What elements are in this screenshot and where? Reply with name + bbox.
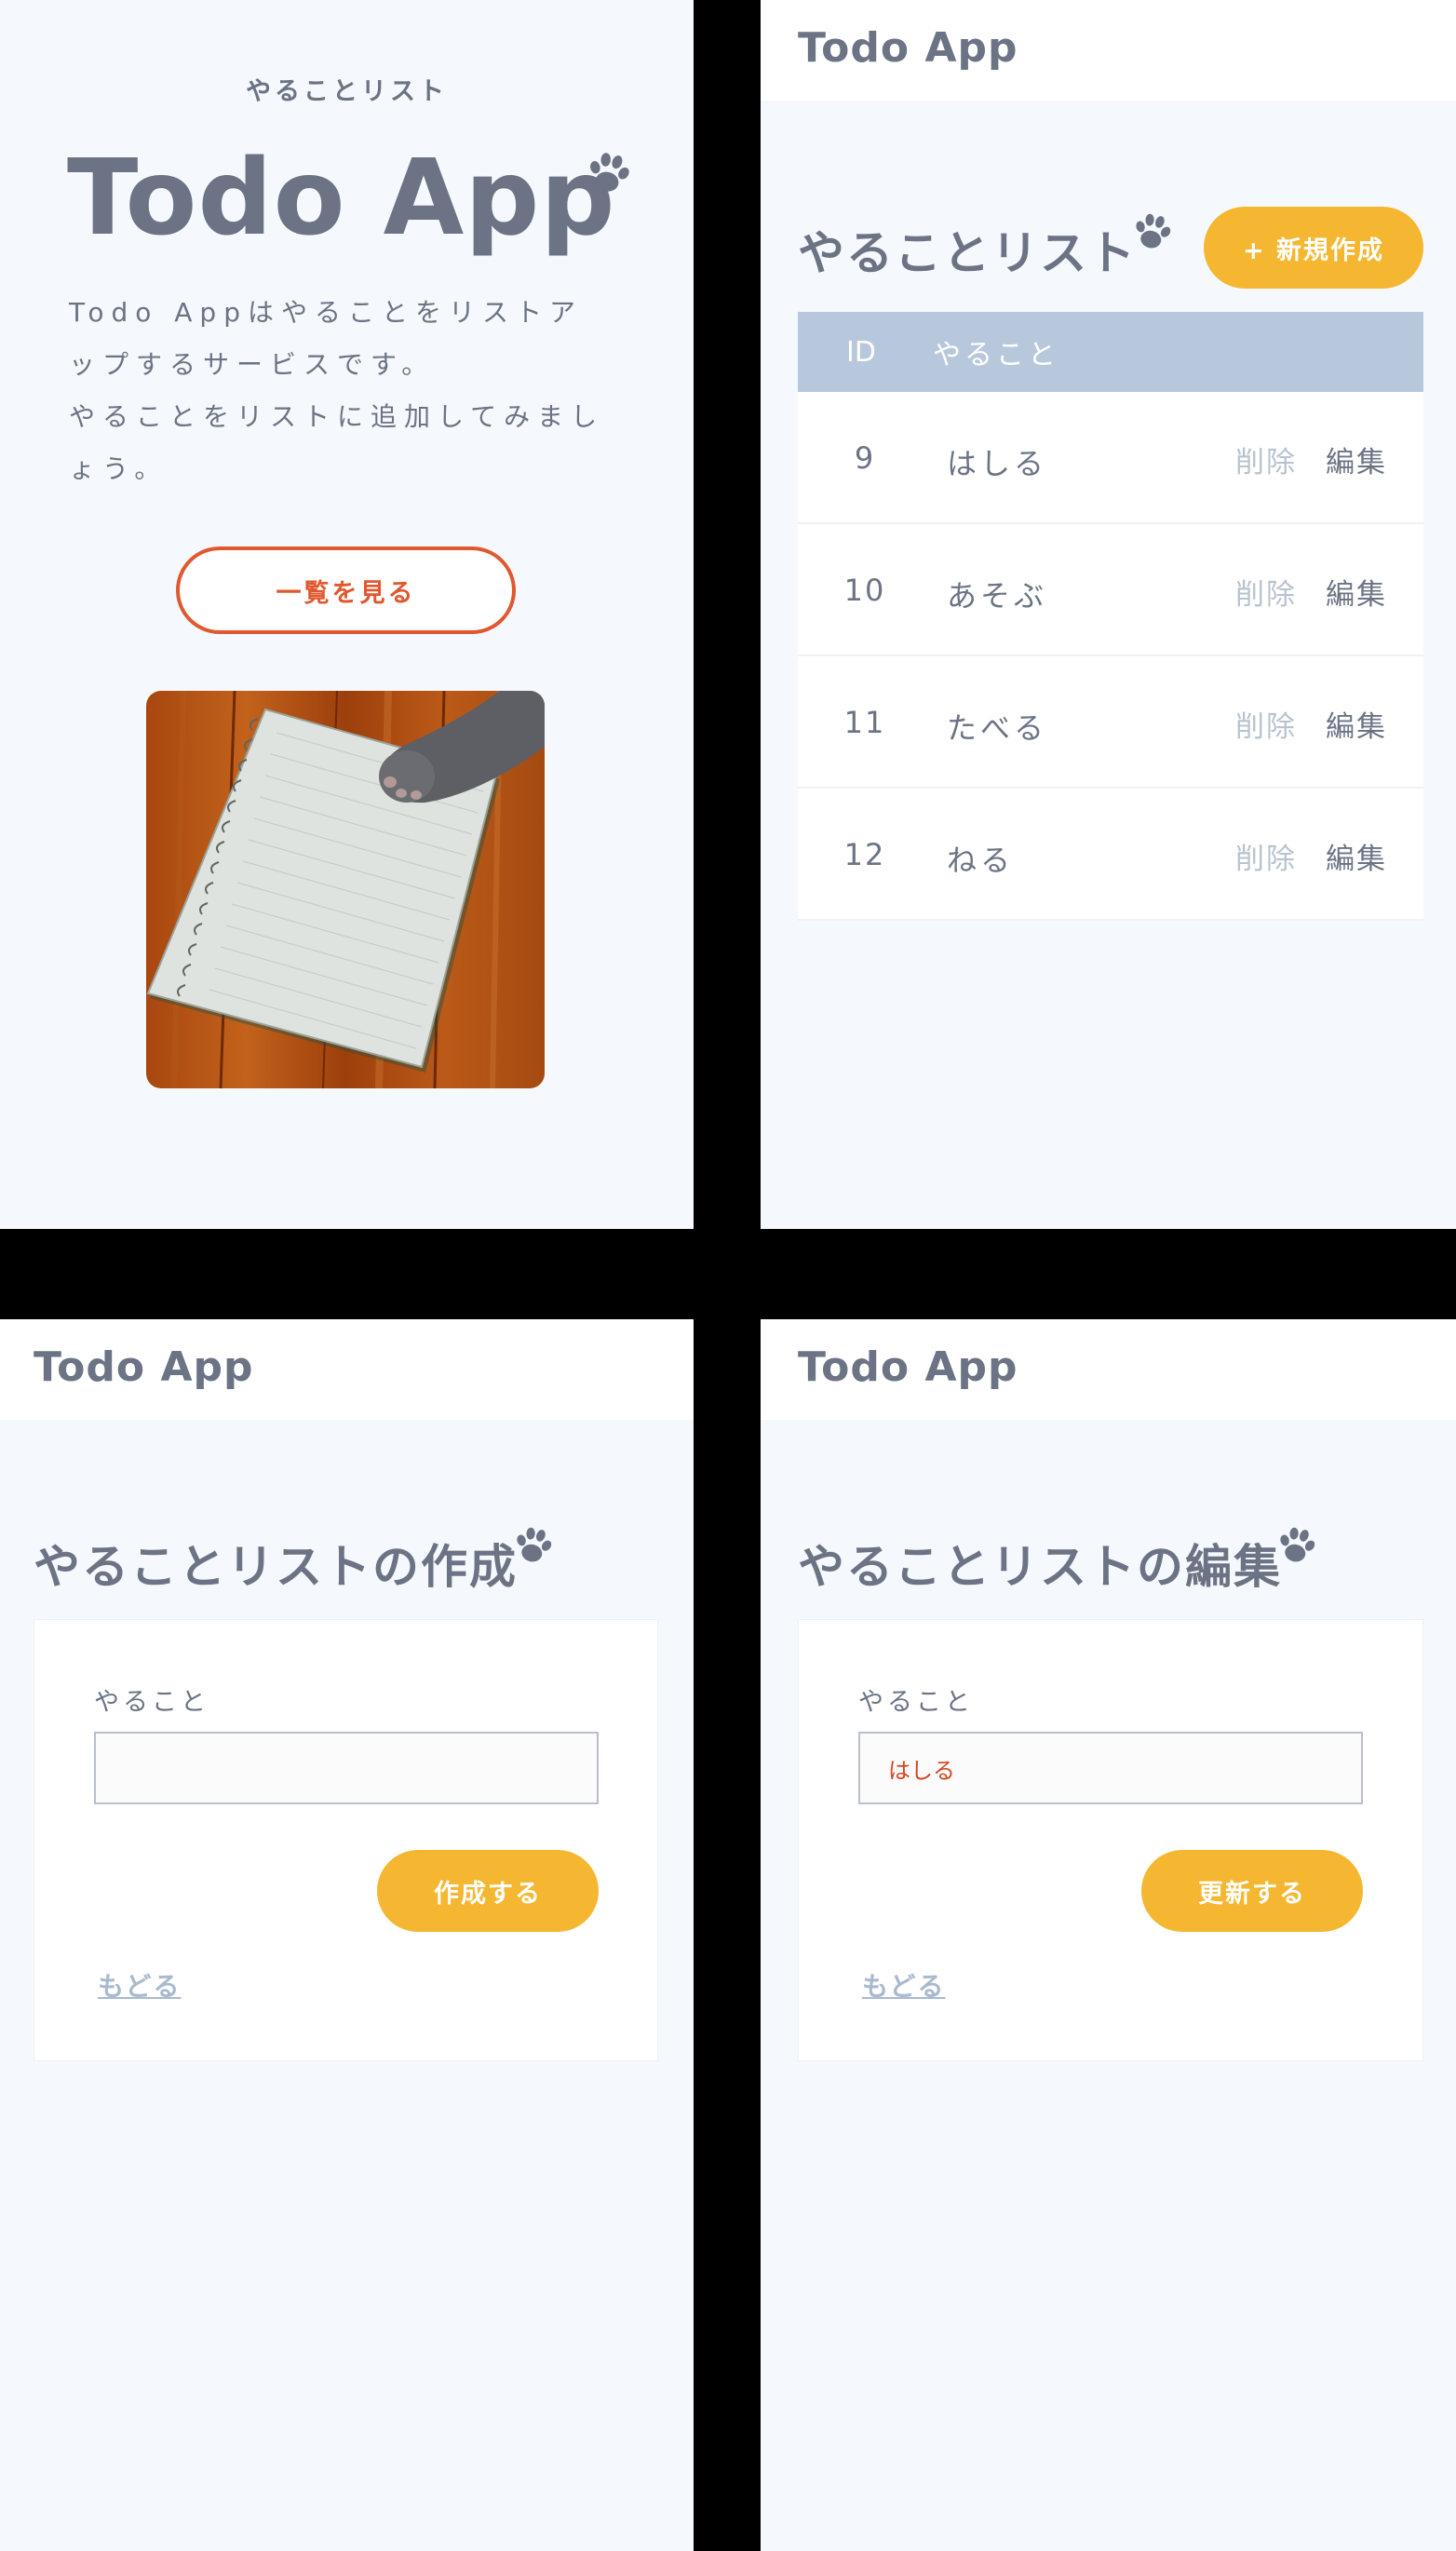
top-page: やることリスト Todo App Todo Appはやることをリストア ップする… — [0, 0, 694, 1229]
table-row: 10 あそぶ 削除 編集 — [798, 524, 1423, 656]
page-title: やることリスト — [798, 226, 1137, 280]
row-id: 11 — [843, 705, 886, 740]
app-header-title[interactable]: Todo App — [798, 1343, 1018, 1391]
table-row: 11 たべる 削除 編集 — [798, 656, 1423, 789]
app-header: Todo App — [761, 1319, 1456, 1420]
description-line: やることをリストに追加してみまし — [69, 401, 605, 432]
create-page: Todo App やることリストの作成 やること 作成する もどる — [0, 1319, 694, 2551]
page-title: やることリストの編集 — [798, 1540, 1282, 1594]
table-row: 12 ねる 削除 編集 — [798, 789, 1423, 921]
todo-input[interactable] — [858, 1732, 1363, 1804]
todo-field-label: やること — [94, 1688, 209, 1717]
app-header: Todo App — [0, 1319, 694, 1420]
todo-form-card: やること 作成する もどる — [34, 1619, 658, 2061]
top-title: Todo App — [67, 138, 616, 259]
edit-page: Todo App やることリストの編集 やること 更新する もどる — [761, 1319, 1456, 2551]
new-todo-button[interactable]: + 新規作成 — [1204, 207, 1423, 289]
table-row: 9 はしる 削除 編集 — [798, 392, 1423, 524]
top-description: Todo Appはやることをリストア ップするサービスです。 やることをリストに… — [69, 287, 609, 495]
row-todo: あそぶ — [947, 578, 1048, 614]
top-subtitle: やることリスト — [246, 77, 448, 106]
app-header-title[interactable]: Todo App — [34, 1343, 254, 1391]
column-header-id: ID — [846, 335, 876, 369]
row-id: 9 — [854, 440, 876, 476]
edit-link[interactable]: 編集 — [1326, 439, 1387, 480]
row-id: 12 — [843, 837, 886, 872]
create-button[interactable]: 作成する — [377, 1850, 599, 1932]
row-id: 10 — [843, 573, 886, 608]
description-line: Todo Appはやることをリストア — [69, 297, 583, 328]
description-line: ップするサービスです。 — [69, 349, 436, 380]
todo-form-card: やること 更新する もどる — [798, 1619, 1423, 2061]
delete-link[interactable]: 削除 — [1235, 571, 1297, 613]
cat-notebook-photo — [146, 691, 545, 1088]
delete-link[interactable]: 削除 — [1235, 835, 1297, 877]
view-list-button[interactable]: 一覧を見る — [176, 547, 516, 634]
paw-icon — [508, 1520, 559, 1572]
edit-link[interactable]: 編集 — [1326, 571, 1387, 613]
app-header-title[interactable]: Todo App — [798, 24, 1018, 72]
column-header-todo: やること — [933, 339, 1059, 371]
delete-link[interactable]: 削除 — [1235, 439, 1297, 480]
paw-icon — [1127, 207, 1179, 258]
page-title: やることリストの作成 — [34, 1540, 518, 1594]
app-header: Todo App — [761, 0, 1456, 101]
back-link[interactable]: もどる — [862, 1966, 945, 2004]
paw-icon — [1272, 1520, 1323, 1572]
list-page: Todo App やることリスト + 新規作成 ID やること 9 はしる 削除… — [761, 0, 1456, 1229]
back-link[interactable]: もどる — [98, 1966, 181, 2004]
row-todo: はしる — [947, 446, 1048, 481]
row-todo: たべる — [947, 710, 1048, 746]
row-todo: ねる — [947, 843, 1015, 878]
todo-table: ID やること 9 はしる 削除 編集 10 あそぶ 削除 編集 11 たべる … — [798, 312, 1423, 921]
paw-icon — [580, 144, 638, 202]
description-line: ょう。 — [69, 453, 169, 484]
table-header: ID やること — [798, 312, 1423, 392]
delete-link[interactable]: 削除 — [1235, 703, 1297, 745]
todo-input[interactable] — [94, 1732, 599, 1804]
edit-link[interactable]: 編集 — [1326, 703, 1387, 745]
update-button[interactable]: 更新する — [1141, 1850, 1363, 1932]
edit-link[interactable]: 編集 — [1326, 835, 1387, 877]
todo-field-label: やること — [858, 1688, 974, 1717]
